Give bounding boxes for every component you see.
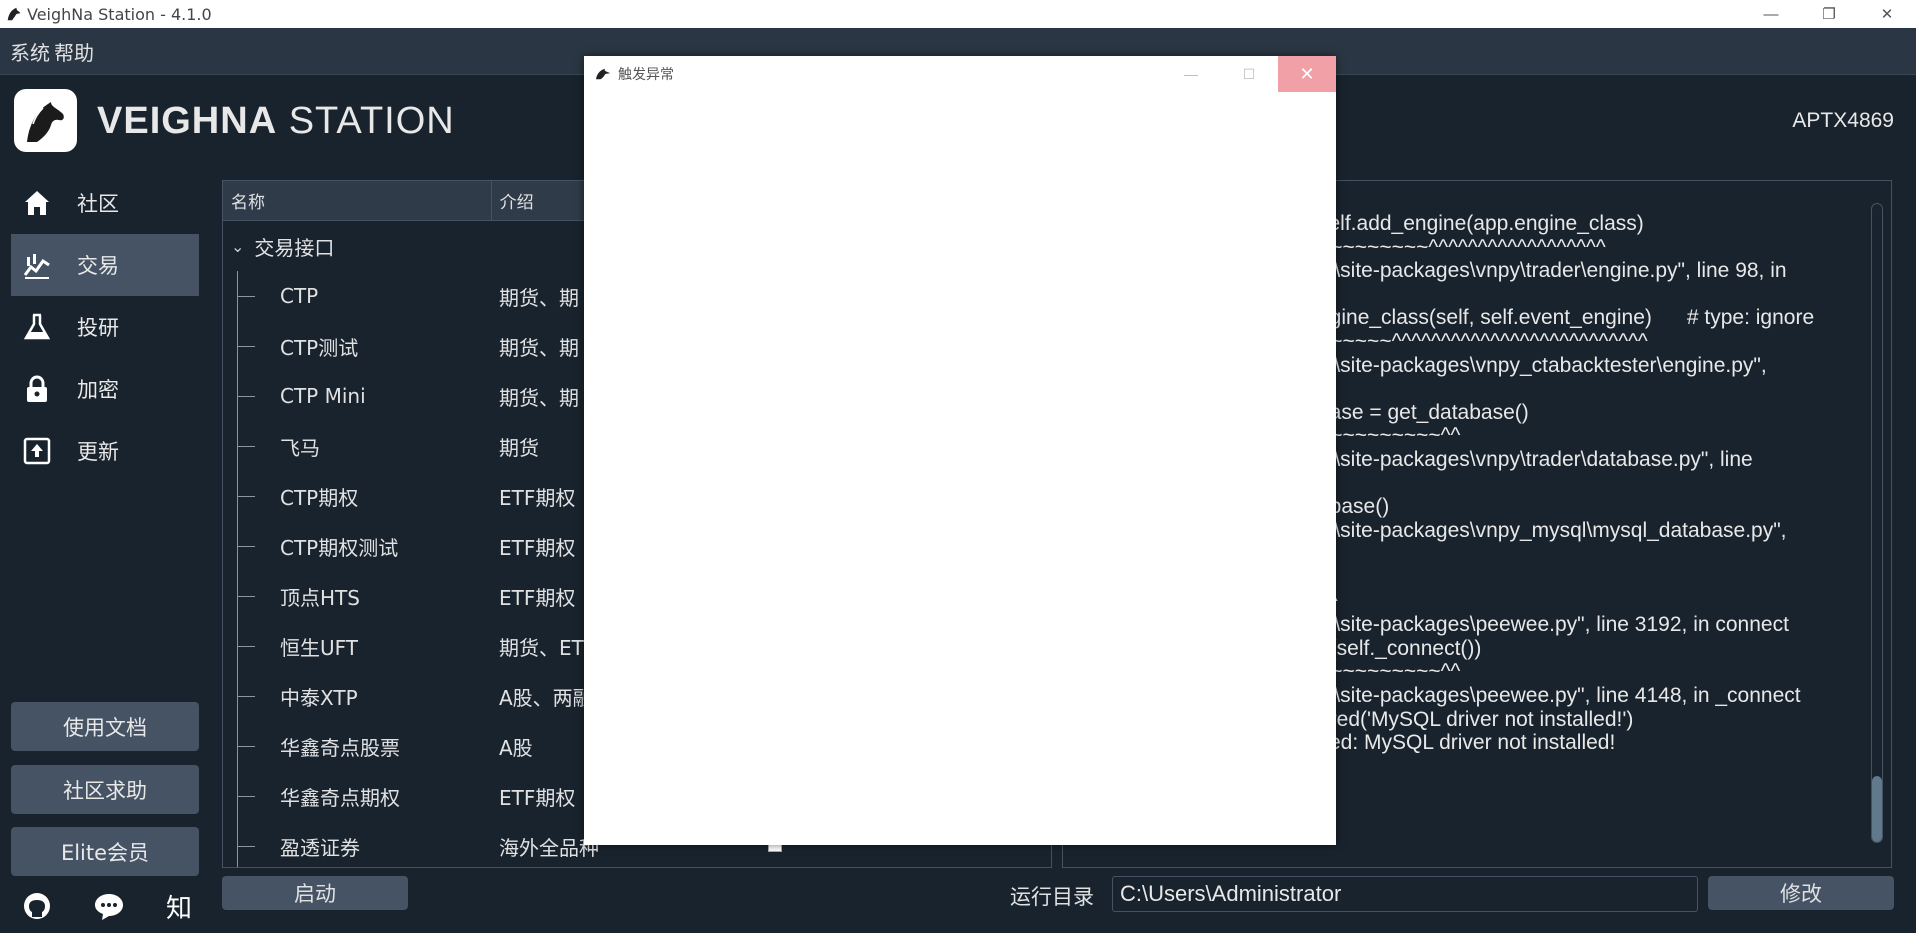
gateway-name: CTP: [280, 284, 319, 308]
tree-branch: [237, 796, 255, 797]
gateway-name: CTP期权: [280, 485, 359, 510]
dialog-minimize-button[interactable]: —: [1162, 56, 1220, 92]
tree-branch: [237, 546, 255, 547]
elite-member-button[interactable]: Elite会员: [11, 827, 199, 876]
gateway-name: CTP测试: [280, 335, 359, 360]
gateway-name: CTP Mini: [280, 384, 366, 408]
dialog-close-button[interactable]: ✕: [1278, 56, 1336, 92]
log-line: base = get_database(): [1318, 400, 1529, 424]
minimize-button[interactable]: —: [1742, 0, 1800, 28]
github-icon[interactable]: [22, 891, 52, 921]
tree-branch: [237, 346, 255, 347]
log-line: ~~~~~~~~~~^^: [1318, 424, 1461, 448]
gateway-name: 华鑫奇点股票: [280, 735, 400, 760]
tree-branch: [237, 746, 255, 747]
chevron-down-icon[interactable]: ⌄: [231, 237, 244, 256]
trading-chart-icon: [23, 254, 50, 279]
gateway-description: 期货、ET: [499, 635, 584, 660]
flask-icon: [23, 313, 51, 340]
brand-title: VEIGHNA STATION: [97, 100, 455, 142]
menu-system[interactable]: 系统: [0, 37, 54, 66]
horse-logo-icon: [26, 101, 64, 142]
run-directory-input[interactable]: C:\Users\Administrator: [1112, 876, 1698, 912]
close-button[interactable]: ✕: [1858, 0, 1916, 28]
start-button[interactable]: 启动: [222, 876, 408, 910]
app-logo-icon: [7, 7, 21, 21]
gateway-description: A股: [499, 735, 533, 760]
window-title-bar: VeighNa Station - 4.1.0 — ❐ ✕: [0, 0, 1916, 28]
gateway-name: 盈透证券: [280, 835, 360, 860]
log-scrollbar[interactable]: [1871, 203, 1883, 843]
log-line: self.add_engine(app.engine_class): [1318, 212, 1644, 235]
gateway-description: A股、两融: [499, 685, 593, 710]
gateway-name: 顶点HTS: [280, 585, 360, 610]
tree-branch: [237, 696, 255, 697]
gateway-description: ETF期权: [499, 485, 576, 510]
sidebar-item-trading[interactable]: 交易: [11, 234, 199, 296]
tree-branch: [237, 496, 255, 497]
gateway-description: 期货、期: [499, 335, 579, 360]
log-line: ngine_class(self, self.event_engine) # t…: [1318, 306, 1815, 330]
sidebar-item-community[interactable]: 社区: [11, 172, 199, 234]
column-header-name[interactable]: 名称: [223, 181, 492, 220]
gateway-name: 飞马: [280, 435, 320, 460]
log-line: ~~~~~~~~~~^^: [1318, 660, 1461, 684]
gateway-description: ETF期权: [499, 535, 576, 560]
log-line: ib\site-packages\vnpy_mysql\mysql_databa…: [1318, 518, 1787, 542]
log-line: ib\site-packages\vnpy_ctabacktester\engi…: [1318, 353, 1767, 377]
upload-icon: [23, 437, 51, 465]
docs-button[interactable]: 使用文档: [11, 702, 199, 751]
dialog-maximize-button[interactable]: ☐: [1220, 56, 1278, 92]
log-scrollbar-thumb[interactable]: [1872, 776, 1882, 842]
gateway-name: CTP期权测试: [280, 535, 399, 560]
tree-branch: [237, 846, 255, 847]
tree-branch: [237, 596, 255, 597]
log-line: n(self._connect()): [1318, 636, 1482, 660]
chat-bubble-icon[interactable]: [93, 891, 125, 921]
user-name: APTX4869: [1792, 109, 1894, 132]
gateway-name: 中泰XTP: [280, 685, 358, 710]
tree-branch: [237, 296, 255, 297]
zhihu-icon[interactable]: 知: [166, 888, 192, 925]
tree-line: [237, 821, 238, 867]
restore-button[interactable]: ❐: [1800, 0, 1858, 28]
exception-dialog: 触发异常 — ☐ ✕: [584, 56, 1336, 845]
log-line: ib\site-packages\vnpy\trader\database.py…: [1318, 448, 1753, 471]
sidebar-item-crypto[interactable]: 加密: [11, 358, 199, 420]
gateway-description: ETF期权: [499, 785, 576, 810]
gateway-name: 恒生UFT: [280, 635, 359, 660]
sidebar-item-research[interactable]: 投研: [11, 296, 199, 358]
edit-directory-button[interactable]: 修改: [1708, 876, 1894, 910]
run-directory-label: 运行目录: [1010, 885, 1094, 909]
log-line: ib\site-packages\vnpy\trader\engine.py",…: [1318, 259, 1787, 283]
log-line: ~~~~~~^^^^^^^^^^^^^^^^^^^^^^^^^^: [1318, 330, 1648, 353]
log-line: ured('MySQL driver not installed!'): [1318, 707, 1634, 731]
sidebar-nav: 社区 交易 投研 加密 更新: [11, 172, 199, 482]
log-line: ib\site-packages\peewee.py", line 4148, …: [1318, 684, 1801, 707]
gateway-description: ETF期权: [499, 585, 576, 610]
sidebar-item-update[interactable]: 更新: [11, 420, 199, 482]
social-links: 知: [22, 888, 192, 924]
community-help-button[interactable]: 社区求助: [11, 765, 199, 814]
gateway-name: 华鑫奇点期权: [280, 785, 400, 810]
home-icon: [25, 191, 49, 215]
tree-branch: [237, 396, 255, 397]
lock-icon: [27, 375, 47, 402]
window-title: VeighNa Station - 4.1.0: [27, 4, 212, 24]
app-logo-icon: [596, 68, 610, 80]
log-line: ~~~~~~~~~^^^^^^^^^^^^^^^^^^: [1318, 235, 1606, 259]
gateway-description: 期货、期: [499, 385, 579, 410]
dialog-title: 触发异常: [618, 67, 674, 83]
gateway-description: 期货: [499, 435, 539, 460]
gateway-description: 期货、期: [499, 285, 579, 310]
log-line: ib\site-packages\peewee.py", line 3192, …: [1318, 613, 1789, 637]
brand-logo: [14, 89, 77, 152]
menu-help[interactable]: 帮助: [54, 37, 98, 66]
tree-branch: [237, 446, 255, 447]
tree-branch: [237, 646, 255, 647]
